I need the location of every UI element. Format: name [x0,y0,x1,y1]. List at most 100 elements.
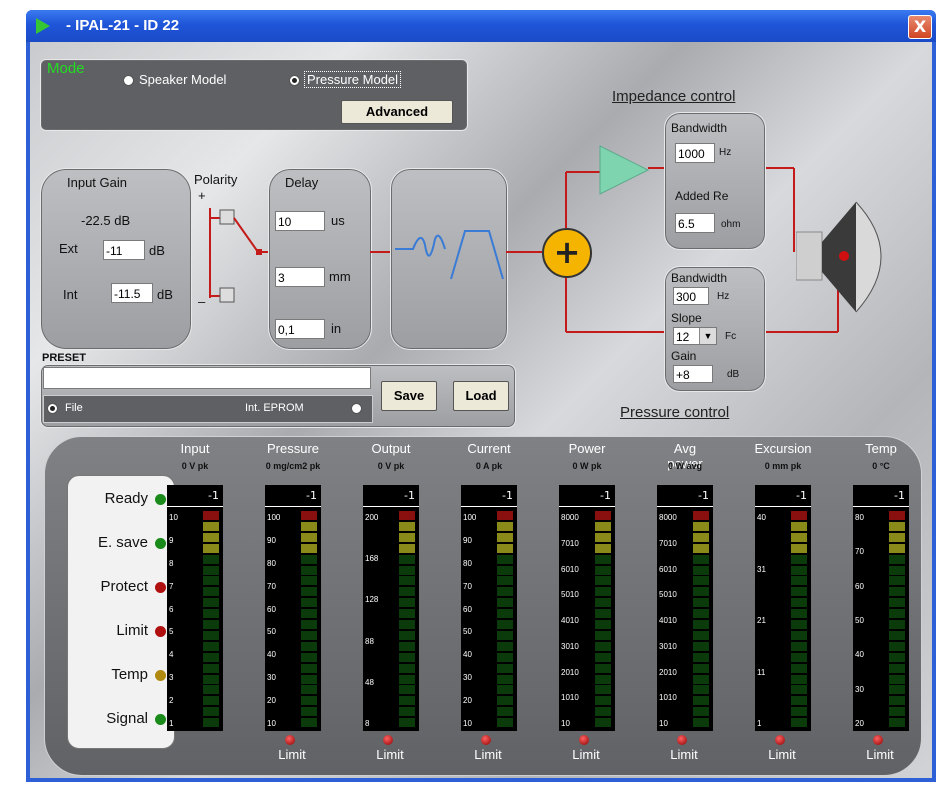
meter-segment [301,598,317,608]
meter-title: Output [371,441,411,456]
meter-value: -1 [167,485,223,507]
pressure-bandwidth-input[interactable]: 300 [673,287,709,305]
meter-segment [693,565,709,575]
impedance-bandwidth-unit: Hz [719,147,732,158]
meter-segment [693,609,709,619]
meter-segment [889,696,905,706]
preset-name-input[interactable] [43,367,371,389]
meter-segment [889,554,905,564]
meter-tick: 2010 [561,667,579,677]
meter-tick: 40 [267,650,276,660]
meter-segment [595,576,611,586]
slope-select[interactable]: 12 ▼ [673,327,717,345]
meter-segment [399,630,415,640]
meter-segment [693,511,709,520]
meter-segment [693,696,709,706]
close-button[interactable]: X [908,15,932,39]
meter-segment [693,587,709,597]
meter-segment [791,674,807,684]
slope-label: Slope [671,311,702,325]
impedance-bandwidth-input[interactable]: 1000 [675,143,715,163]
meter-segment [595,609,611,619]
status-label-esave: E. save [97,534,148,551]
meter-segment [203,587,219,597]
limit-label: Limit [572,747,600,762]
meter-tick: 80 [463,558,472,568]
limit-led [775,735,785,745]
meter-segment [595,685,611,695]
meter-tick: 20 [267,696,276,706]
preset-title: PRESET [42,352,87,364]
added-re-label: Added Re [675,189,729,203]
meter-segment [693,663,709,673]
meter-segment [889,630,905,640]
meter-segment [399,543,415,553]
file-label[interactable]: File [65,402,83,414]
meter-tick: 21 [757,616,766,625]
eprom-radio[interactable] [351,403,362,414]
meter-tick: 168 [365,554,379,564]
meter-segment [693,620,709,629]
meter-reading: 0 W avg [667,461,702,471]
meter-segment [203,663,219,673]
meter-segment [301,620,317,629]
meter-segment [497,554,513,564]
meter-value: -1 [265,485,321,507]
meter-segment [595,707,611,717]
meter-segment [203,707,219,717]
meter-bar: -1 8000 7010 6010 5010 4010 3010 2010 1010 10 [559,485,615,731]
meter-tick: 10 [659,719,668,728]
status-label-limit: Limit [116,622,148,639]
meter-reading: 0 W pk [572,461,602,471]
meter-segment [791,532,807,542]
meter-segment [497,565,513,575]
meter-segment [203,543,219,553]
meter-tick: 100 [463,513,477,522]
gain-unit: dB [727,369,740,380]
meter-segment [497,620,513,629]
amplifier-icon [600,146,648,194]
meter-tick: 60 [267,604,276,614]
meter-segment [889,685,905,695]
meter-segment [399,565,415,575]
meter-segment [497,652,513,662]
meter-reading: 0 °C [872,461,890,471]
meter-segment [791,641,807,651]
meter-tick: 10 [267,719,276,728]
pressure-bandwidth-label: Bandwidth [671,271,728,285]
impedance-bandwidth-label: Bandwidth [671,121,728,135]
status-row-temp: Temp [68,666,174,686]
file-radio[interactable] [47,403,58,414]
save-button[interactable]: Save [381,381,437,411]
eprom-label[interactable]: Int. EPROM [245,402,304,414]
meter-segment [791,543,807,553]
meter-segment [301,565,317,575]
meter-segment [497,543,513,553]
meter-segment [301,521,317,531]
added-re-input[interactable]: 6.5 [675,213,715,233]
title-bar[interactable]: - IPAL-21 - ID 22 X [26,10,936,42]
meter-segment [399,707,415,717]
meter-segment [301,663,317,673]
chevron-down-icon[interactable]: ▼ [699,328,716,344]
meter-segment [791,554,807,564]
meter-segment [791,696,807,706]
meter-segment [497,696,513,706]
meter-segment [497,576,513,586]
meter-tick: 200 [365,513,379,522]
meter-segment [301,707,317,717]
meter-segment [595,696,611,706]
meter-segment [791,663,807,673]
meter-segment [595,554,611,564]
meter-tick: 100 [267,513,281,522]
meter-tick: 50 [267,627,276,637]
meter-tick: 3010 [659,641,677,651]
status-led-protect [155,582,166,593]
meter-title: Current [467,441,511,456]
meter-segment [399,696,415,706]
meter-segment [399,685,415,695]
gain-input[interactable]: +8 [673,365,713,383]
meter-segment [301,554,317,564]
load-button[interactable]: Load [453,381,509,411]
meter-segment [693,707,709,717]
